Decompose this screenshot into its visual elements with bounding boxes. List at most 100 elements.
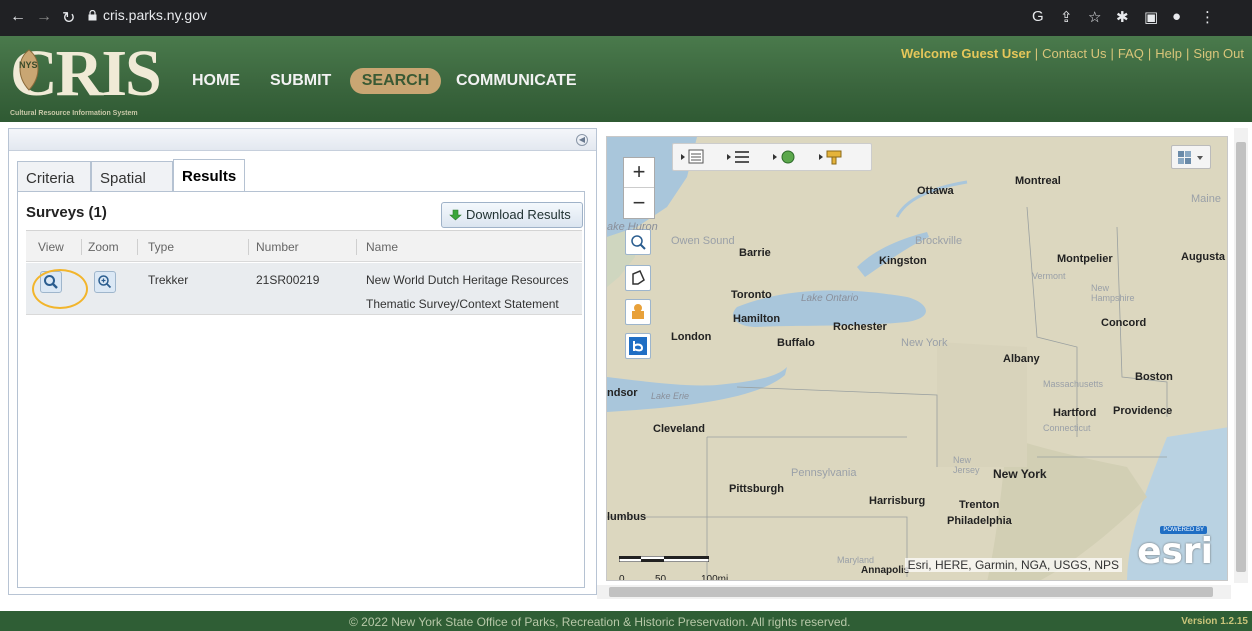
download-results-button[interactable]: Download Results: [441, 202, 583, 228]
tab-results[interactable]: Results: [173, 159, 245, 191]
back-arrow-icon[interactable]: ←: [10, 8, 26, 26]
map-label-lake-ontario: Lake Ontario: [801, 293, 859, 304]
map-label-new-york-city: New York: [993, 467, 1047, 481]
map-label-montpelier: Montpelier: [1057, 253, 1113, 265]
identify-icon: [632, 304, 644, 319]
bookmark-tool-icon[interactable]: [817, 148, 847, 166]
zoom-out-button[interactable]: −: [624, 189, 654, 219]
nav-communicate[interactable]: COMMUNICATE: [456, 72, 577, 90]
user-links: Welcome Guest User | Contact Us | FAQ | Help | S…: [900, 46, 1244, 61]
bookmark-star-icon[interactable]: ☆: [1088, 8, 1101, 26]
nav-search[interactable]: SEARCH: [350, 68, 441, 94]
nys-leaf-icon: [19, 49, 39, 91]
map-label-rochester: Rochester: [833, 321, 887, 333]
address-bar[interactable]: cris.parks.ny.gov: [103, 7, 207, 23]
map-view[interactable]: + − Ottawa Montreal Maine ake Huron Owen…: [606, 136, 1228, 581]
map-label-vermont: Vermont: [1032, 271, 1066, 281]
map-label-brockville: Brockville: [915, 235, 963, 247]
legend-toggle-icon[interactable]: [679, 148, 709, 166]
cell-name-line2: Thematic Survey/Context Statement: [366, 297, 559, 311]
search-panel: ◀ Criteria Spatial Results Surveys (1) D…: [8, 128, 597, 595]
map-label-new-york-state: New York: [901, 337, 948, 349]
zoom-in-button[interactable]: +: [624, 158, 654, 188]
layer-list-icon[interactable]: [725, 148, 755, 166]
esri-logo[interactable]: esri: [1137, 531, 1213, 572]
browser-toolbar: ← → ↻ cris.parks.ny.gov G ⇪ ☆ ✱ ▣ ● ⋮: [0, 0, 1252, 36]
map-label-buffalo: Buffalo: [777, 337, 815, 349]
map-basemap: [607, 137, 1227, 580]
basemap-switcher-button[interactable]: [1171, 145, 1211, 169]
share-icon[interactable]: ⇪: [1060, 8, 1073, 26]
column-divider: [248, 239, 249, 255]
cell-name-line1: New World Dutch Heritage Resources: [366, 273, 569, 287]
highlight-ring: [32, 269, 88, 309]
map-label-maryland: Maryland: [837, 555, 875, 565]
zoom-in-icon: [98, 275, 112, 289]
cris-logo[interactable]: CRIS NYS Cultural Resource Information S…: [6, 37, 162, 118]
map-label-augusta: Augusta: [1181, 251, 1225, 263]
column-header-type[interactable]: Type: [148, 240, 174, 254]
map-attribution[interactable]: Esri, HERE, Garmin, NGA, USGS, NPS: [904, 558, 1122, 572]
google-icon[interactable]: G: [1032, 8, 1044, 25]
map-label-columbus: lumbus: [607, 511, 647, 523]
app-header: CRIS NYS Cultural Resource Information S…: [0, 36, 1252, 122]
map-label-maine: Maine: [1191, 193, 1221, 205]
signout-link[interactable]: Sign Out: [1193, 46, 1244, 61]
nav-submit[interactable]: SUBMIT: [270, 72, 331, 90]
reload-icon[interactable]: ↻: [62, 8, 75, 28]
horizontal-scrollbar[interactable]: [597, 585, 1231, 599]
download-icon: [449, 209, 462, 221]
forward-arrow-icon[interactable]: →: [36, 8, 52, 26]
table-row[interactable]: Trekker 21SR00219 New World Dutch Herita…: [26, 263, 582, 315]
cell-number: 21SR00219: [256, 273, 320, 287]
scale-label-hundred: 100mi: [701, 574, 729, 581]
results-body: Surveys (1) Download Results View Zoom T…: [17, 191, 585, 588]
footer-copyright: © 2022 New York State Office of Parks, R…: [349, 615, 851, 629]
map-label-philadelphia: Philadelphia: [947, 515, 1012, 527]
draw-polygon-button[interactable]: [625, 265, 651, 291]
map-label-ottawa: Ottawa: [917, 185, 954, 197]
column-header-zoom[interactable]: Zoom: [88, 240, 119, 254]
map-label-annapolis: Annapolis: [861, 565, 910, 576]
column-header-name[interactable]: Name: [366, 240, 398, 254]
faq-link[interactable]: FAQ: [1118, 46, 1144, 61]
column-divider: [81, 239, 82, 255]
lock-icon: [88, 10, 97, 21]
column-divider: [356, 239, 357, 255]
column-header-number[interactable]: Number: [256, 240, 299, 254]
extensions-icon[interactable]: ✱: [1116, 8, 1129, 26]
basemap-gallery-icon[interactable]: [771, 148, 801, 166]
polygon-icon: [632, 270, 645, 285]
more-menu-icon[interactable]: ⋮: [1200, 8, 1215, 26]
horizontal-scroll-thumb[interactable]: [609, 587, 1213, 597]
cell-type: Trekker: [148, 273, 189, 287]
map-label-harrisburg: Harrisburg: [869, 495, 926, 507]
measure-button[interactable]: [625, 333, 651, 359]
tab-spatial[interactable]: Spatial: [91, 161, 173, 191]
scale-label-zero: 0: [619, 574, 625, 581]
page-footer: © 2022 New York State Office of Parks, R…: [0, 611, 1252, 631]
download-results-label: Download Results: [466, 207, 571, 222]
profile-icon[interactable]: ●: [1172, 8, 1181, 25]
vertical-scrollbar[interactable]: [1234, 128, 1248, 583]
column-header-view[interactable]: View: [38, 240, 64, 254]
map-label-connecticut: Connecticut: [1043, 423, 1091, 433]
map-label-hamilton: Hamilton: [733, 313, 781, 325]
help-link[interactable]: Help: [1155, 46, 1182, 61]
map-label-pittsburgh: Pittsburgh: [729, 483, 784, 495]
zoom-to-record-button[interactable]: [94, 271, 116, 293]
footer-version: Version 1.2.15: [1181, 616, 1248, 627]
collapse-panel-icon[interactable]: ◀: [576, 134, 588, 146]
map-label-windsor: ndsor: [607, 387, 638, 399]
map-label-new-jersey: New Jersey: [953, 455, 980, 475]
vertical-scroll-thumb[interactable]: [1236, 142, 1246, 572]
scale-label-fifty: 50: [655, 574, 667, 581]
contact-link[interactable]: Contact Us: [1042, 46, 1106, 61]
sidepanel-icon[interactable]: ▣: [1144, 8, 1158, 26]
nav-home[interactable]: HOME: [192, 72, 240, 90]
map-label-toronto: Toronto: [731, 289, 772, 301]
identify-button[interactable]: [625, 299, 651, 325]
view-record-button[interactable]: [32, 269, 88, 309]
tab-criteria[interactable]: Criteria: [17, 161, 91, 191]
logo-subtitle: Cultural Resource Information System: [10, 110, 138, 117]
